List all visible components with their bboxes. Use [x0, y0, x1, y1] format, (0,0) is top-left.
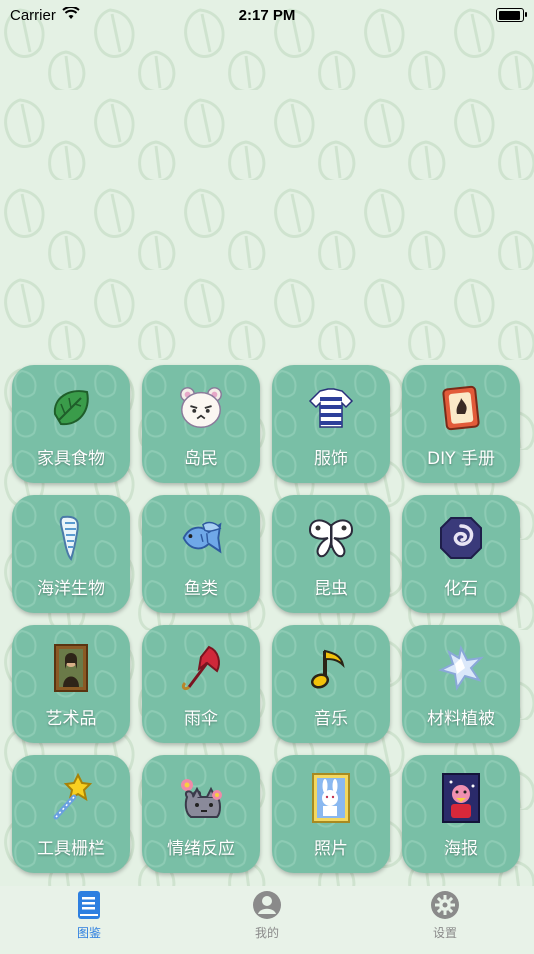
category-label: 艺术品	[45, 709, 97, 729]
tab-settings-label: 设置	[432, 926, 457, 940]
umbrella-icon	[176, 643, 226, 693]
status-bar: Carrier 2:17 PM	[0, 0, 534, 30]
category-grid: 家具食物 岛民 服饰 DIY 手册海洋生物 鱼类 昆虫 化石艺术品 雨伞 音乐 材料植被工具栅栏 情…	[12, 365, 522, 873]
category-label: 音乐	[314, 709, 348, 729]
category-tile[interactable]: 材料植被	[402, 625, 520, 743]
butterfly-icon	[306, 513, 356, 563]
category-label: 海报	[444, 839, 478, 859]
category-tile[interactable]: 音乐	[272, 625, 390, 743]
category-tile[interactable]: 海洋生物	[12, 495, 130, 613]
category-label: 化石	[444, 579, 478, 599]
carrier-label: Carrier	[10, 6, 56, 24]
status-left: Carrier	[0, 5, 80, 24]
category-tile[interactable]: 岛民	[142, 365, 260, 483]
category-tile[interactable]: 家具食物	[12, 365, 130, 483]
wifi-icon	[62, 5, 80, 24]
tab-mine-label: 我的	[254, 926, 279, 940]
category-label: 昆虫	[314, 579, 348, 599]
category-tile[interactable]: DIY 手册	[402, 365, 520, 483]
category-tile[interactable]: 雨伞	[142, 625, 260, 743]
star-wand-icon	[46, 773, 96, 823]
tab-encyclopedia-label: 图鉴	[76, 926, 101, 940]
category-label: 家具食物	[37, 449, 105, 469]
category-label: 工具栅栏	[37, 839, 105, 859]
category-label: 鱼类	[184, 579, 218, 599]
status-time: 2:17 PM	[238, 6, 296, 24]
category-tile[interactable]: 照片	[272, 755, 390, 873]
battery-level	[498, 10, 521, 20]
profile-icon	[252, 890, 282, 920]
category-label: 雨伞	[184, 709, 218, 729]
photo-icon	[306, 773, 356, 823]
category-label: 情绪反应	[167, 839, 235, 859]
category-tile[interactable]: 情绪反应	[142, 755, 260, 873]
battery-icon	[496, 8, 527, 22]
villager-face-icon	[176, 383, 226, 433]
category-tile[interactable]: 昆虫	[272, 495, 390, 613]
category-label: 海洋生物	[37, 579, 105, 599]
poster-icon	[436, 773, 486, 823]
reaction-icon	[176, 773, 226, 823]
status-right	[496, 8, 534, 22]
striped-shirt-icon	[306, 383, 356, 433]
sea-creature-icon	[46, 513, 96, 563]
fish-icon	[176, 513, 226, 563]
tab-mine[interactable]: 我的	[207, 886, 327, 941]
category-label: 岛民	[184, 449, 218, 469]
leaf-icon	[46, 383, 96, 433]
gear-icon	[430, 890, 460, 920]
painting-icon	[46, 643, 96, 693]
recipe-card-icon	[436, 383, 486, 433]
star-fragment-icon	[436, 643, 486, 693]
tab-settings[interactable]: 设置	[385, 886, 505, 941]
tab-bar: 图鉴 我的 设置	[0, 886, 534, 950]
category-label: DIY 手册	[427, 449, 495, 469]
category-label: 服饰	[314, 449, 348, 469]
tab-encyclopedia[interactable]: 图鉴	[29, 886, 149, 941]
book-icon	[74, 890, 104, 920]
category-tile[interactable]: 海报	[402, 755, 520, 873]
category-tile[interactable]: 服饰	[272, 365, 390, 483]
fossil-icon	[436, 513, 486, 563]
category-tile[interactable]: 艺术品	[12, 625, 130, 743]
category-tile[interactable]: 工具栅栏	[12, 755, 130, 873]
category-label: 照片	[314, 839, 348, 859]
category-tile[interactable]: 鱼类	[142, 495, 260, 613]
category-tile[interactable]: 化石	[402, 495, 520, 613]
music-note-icon	[306, 643, 356, 693]
category-label: 材料植被	[427, 709, 495, 729]
